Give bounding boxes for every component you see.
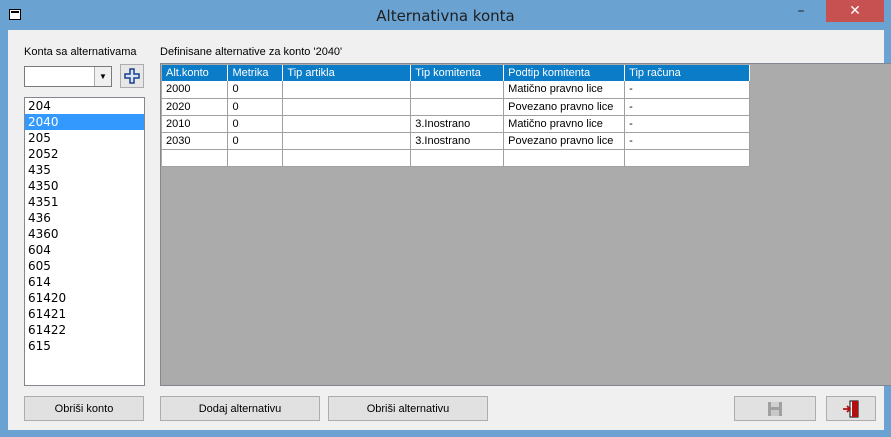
exit-button[interactable] xyxy=(826,396,876,421)
exit-door-icon xyxy=(843,400,859,417)
plus-icon xyxy=(124,68,140,84)
list-item[interactable]: 435 xyxy=(25,162,144,178)
app-window: Alternativna konta – ✕ Konta sa alternat… xyxy=(0,0,891,437)
table-cell[interactable] xyxy=(282,132,412,150)
table-cell[interactable] xyxy=(410,149,505,167)
list-item[interactable]: 614 xyxy=(25,274,144,290)
table-row[interactable]: 2030 0 3.Inostrano Povezano pravno lice - xyxy=(162,132,750,150)
table-row[interactable]: 2000 0 Matično pravno lice - xyxy=(162,81,750,99)
floppy-disk-icon xyxy=(768,401,782,416)
table-cell[interactable]: - xyxy=(624,81,750,99)
column-header[interactable]: Tip artikla xyxy=(282,65,412,81)
table-row[interactable]: 2020 0 Povezano pravno lice - xyxy=(162,98,750,116)
column-header[interactable]: Podtip komitenta xyxy=(503,65,626,81)
table-cell[interactable] xyxy=(503,149,626,167)
table-cell[interactable]: 0 xyxy=(227,98,284,116)
table-cell[interactable]: - xyxy=(624,132,750,150)
alternatives-grid[interactable]: Alt.konto Metrika Tip artikla Tip komite… xyxy=(160,63,891,386)
table-cell[interactable]: Matično pravno lice xyxy=(503,115,626,133)
table-cell[interactable] xyxy=(282,98,412,116)
alternatives-label: Definisane alternative za konto '2040' xyxy=(160,46,343,58)
list-item[interactable]: 61420 xyxy=(25,290,144,306)
table-cell[interactable] xyxy=(227,149,284,167)
table-cell[interactable] xyxy=(410,98,505,116)
list-item[interactable]: 2040 xyxy=(25,114,144,130)
table-cell[interactable]: 2030 xyxy=(162,132,229,150)
list-item[interactable]: 205 xyxy=(25,130,144,146)
minimize-button[interactable]: – xyxy=(788,0,814,22)
table-cell[interactable]: 3.Inostrano xyxy=(410,115,505,133)
list-item[interactable]: 615 xyxy=(25,338,144,354)
list-item[interactable]: 61421 xyxy=(25,306,144,322)
table-cell[interactable] xyxy=(624,149,750,167)
column-header[interactable]: Alt.konto xyxy=(162,65,229,81)
table-cell[interactable]: 0 xyxy=(227,115,284,133)
table-cell[interactable] xyxy=(282,115,412,133)
alternatives-table[interactable]: Alt.konto Metrika Tip artikla Tip komite… xyxy=(162,65,750,167)
list-item[interactable]: 604 xyxy=(25,242,144,258)
client-area: Konta sa alternativama ▼ 204 2040 205 2052 4… xyxy=(8,30,891,430)
add-account-button[interactable] xyxy=(120,64,144,88)
window-title: Alternativna konta xyxy=(376,7,515,25)
table-cell[interactable]: 0 xyxy=(227,132,284,150)
title-bar[interactable]: Alternativna konta – ✕ xyxy=(0,0,891,30)
add-alternative-button[interactable]: Dodaj alternativu xyxy=(160,396,320,421)
column-header[interactable]: Tip komitenta xyxy=(410,65,505,81)
table-cell[interactable]: 2020 xyxy=(162,98,229,116)
table-cell[interactable] xyxy=(162,149,229,167)
table-header-row: Alt.konto Metrika Tip artikla Tip komite… xyxy=(162,65,750,81)
table-row[interactable]: 2010 0 3.Inostrano Matično pravno lice - xyxy=(162,115,750,133)
table-cell[interactable] xyxy=(282,81,412,99)
table-cell[interactable]: 2000 xyxy=(162,81,229,99)
save-button[interactable] xyxy=(734,396,816,421)
list-item[interactable]: 4351 xyxy=(25,194,144,210)
accounts-list[interactable]: 204 2040 205 2052 435 4350 4351 436 4360 604 605 61… xyxy=(24,97,145,386)
table-cell[interactable]: Povezano pravno lice xyxy=(503,98,626,116)
list-item[interactable]: 204 xyxy=(25,98,144,114)
table-cell[interactable]: 3.Inostrano xyxy=(410,132,505,150)
list-item[interactable]: 4360 xyxy=(25,226,144,242)
table-cell[interactable]: Matično pravno lice xyxy=(503,81,626,99)
account-combo[interactable]: ▼ xyxy=(24,66,112,87)
table-cell[interactable] xyxy=(282,149,412,167)
delete-alternative-button[interactable]: Obriši alternativu xyxy=(328,396,488,421)
table-cell[interactable]: Povezano pravno lice xyxy=(503,132,626,150)
table-cell[interactable]: - xyxy=(624,115,750,133)
column-header[interactable]: Tip računa xyxy=(624,65,750,81)
table-cell[interactable]: - xyxy=(624,98,750,116)
table-cell[interactable] xyxy=(410,81,505,99)
list-item[interactable]: 436 xyxy=(25,210,144,226)
close-button[interactable]: ✕ xyxy=(826,0,884,22)
list-item[interactable]: 2052 xyxy=(25,146,144,162)
list-item[interactable]: 61422 xyxy=(25,322,144,338)
delete-account-button[interactable]: Obriši konto xyxy=(24,396,144,421)
list-item[interactable]: 605 xyxy=(25,258,144,274)
table-cell[interactable]: 2010 xyxy=(162,115,229,133)
table-cell[interactable]: 0 xyxy=(227,81,284,99)
list-item[interactable]: 4350 xyxy=(25,178,144,194)
accounts-label: Konta sa alternativama xyxy=(24,46,137,58)
table-row[interactable] xyxy=(162,149,750,167)
chevron-down-icon[interactable]: ▼ xyxy=(94,67,111,86)
column-header[interactable]: Metrika xyxy=(227,65,284,81)
